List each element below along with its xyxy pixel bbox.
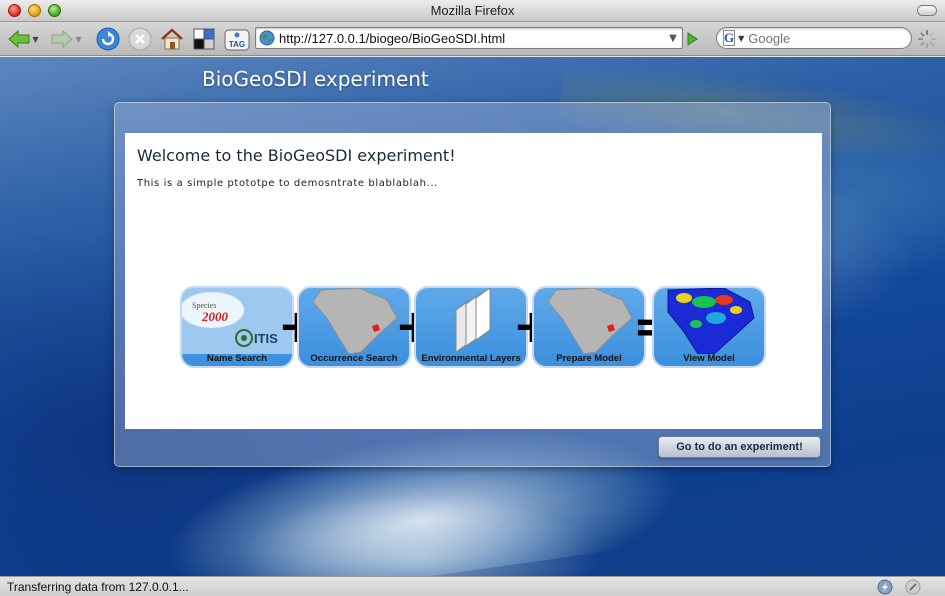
workflow-diagram: Species 2000 ITIS Name Search + Occ: [180, 286, 770, 370]
bookmark-extension-button[interactable]: [191, 26, 217, 52]
content-area: Welcome to the BioGeoSDI experiment! Thi…: [125, 133, 822, 429]
south-america-map-icon: [312, 288, 398, 354]
go-button[interactable]: [684, 31, 700, 51]
workflow-step-name-search[interactable]: Species 2000 ITIS Name Search: [180, 286, 294, 368]
workflow-step-prepare-model[interactable]: Prepare Model: [532, 286, 646, 368]
forward-arrow-icon: [51, 29, 74, 49]
step-label: Prepare Model: [556, 353, 622, 364]
step-label: Name Search: [206, 353, 268, 364]
search-bar[interactable]: G ▼: [716, 27, 925, 49]
window-titlebar: Mozilla Firefox: [0, 0, 945, 22]
tag-icon: TAG: [224, 29, 250, 51]
step-label: Occurrence Search: [310, 353, 398, 364]
go-to-experiment-button[interactable]: Go to do an experiment!: [658, 436, 821, 458]
reload-button[interactable]: [95, 26, 121, 52]
globe-icon: [259, 30, 275, 46]
url-text[interactable]: http://127.0.0.1/biogeo/BioGeoSDI.html: [279, 31, 664, 46]
navigation-toolbar: ▼ ▼ TAG http://127.0.0.1/biogeo/BioGeoSD…: [0, 22, 945, 56]
svg-text:TAG: TAG: [229, 40, 245, 49]
stop-icon: [128, 27, 152, 51]
go-arrow-icon: [687, 32, 698, 46]
home-icon: [161, 28, 183, 50]
step-label: Environmental Layers: [421, 353, 521, 364]
window-title: Mozilla Firefox: [430, 3, 515, 18]
intro-text: This is a simple ptototpe to demosntrate…: [137, 178, 438, 189]
itis-species2000-icon: Species 2000 ITIS: [182, 288, 292, 354]
south-america-map-icon: [547, 288, 633, 354]
stop-button[interactable]: [127, 26, 153, 52]
status-bar: Transferring data from 127.0.0.1...: [0, 576, 945, 596]
back-dropdown-icon[interactable]: ▼: [32, 35, 38, 44]
distribution-map-icon: [667, 288, 755, 354]
step-label: View Model: [683, 353, 735, 364]
back-button[interactable]: ▼: [5, 26, 41, 52]
reload-icon: [96, 27, 120, 51]
google-engine-icon[interactable]: G: [723, 30, 736, 46]
firebug-icon[interactable]: [877, 579, 893, 595]
svg-text:ITIS: ITIS: [254, 331, 278, 346]
page-title: BioGeoSDI experiment: [202, 67, 429, 91]
loading-throbber-icon: [918, 30, 936, 48]
workflow-step-occurrence-search[interactable]: Occurrence Search: [297, 286, 411, 368]
home-button[interactable]: [158, 26, 186, 52]
url-history-dropdown-icon[interactable]: ▼: [664, 33, 682, 44]
workflow-step-view-model[interactable]: View Model: [652, 286, 766, 368]
welcome-heading: Welcome to the BioGeoSDI experiment!: [137, 146, 456, 165]
delicious-icon: [193, 28, 215, 50]
search-engine-dropdown-icon[interactable]: ▼: [738, 34, 744, 43]
url-bar[interactable]: http://127.0.0.1/biogeo/BioGeoSDI.html ▼: [255, 27, 683, 49]
page-viewport: BioGeoSDI experiment Welcome to the BioG…: [0, 57, 945, 576]
layers-icon: [455, 288, 491, 353]
tag-button[interactable]: TAG: [223, 26, 251, 52]
svg-text:2000: 2000: [201, 309, 229, 324]
back-arrow-icon: [8, 29, 30, 49]
main-panel: Welcome to the BioGeoSDI experiment! Thi…: [114, 102, 831, 467]
forward-button[interactable]: ▼: [48, 26, 84, 52]
workflow-step-environmental-layers[interactable]: Environmental Layers: [414, 286, 528, 368]
forward-dropdown-icon[interactable]: ▼: [75, 35, 81, 44]
search-input[interactable]: [748, 30, 925, 46]
status-text: Transferring data from 127.0.0.1...: [7, 580, 189, 594]
toolbar-toggle-button[interactable]: [917, 5, 937, 16]
security-status-icon[interactable]: [905, 579, 921, 595]
